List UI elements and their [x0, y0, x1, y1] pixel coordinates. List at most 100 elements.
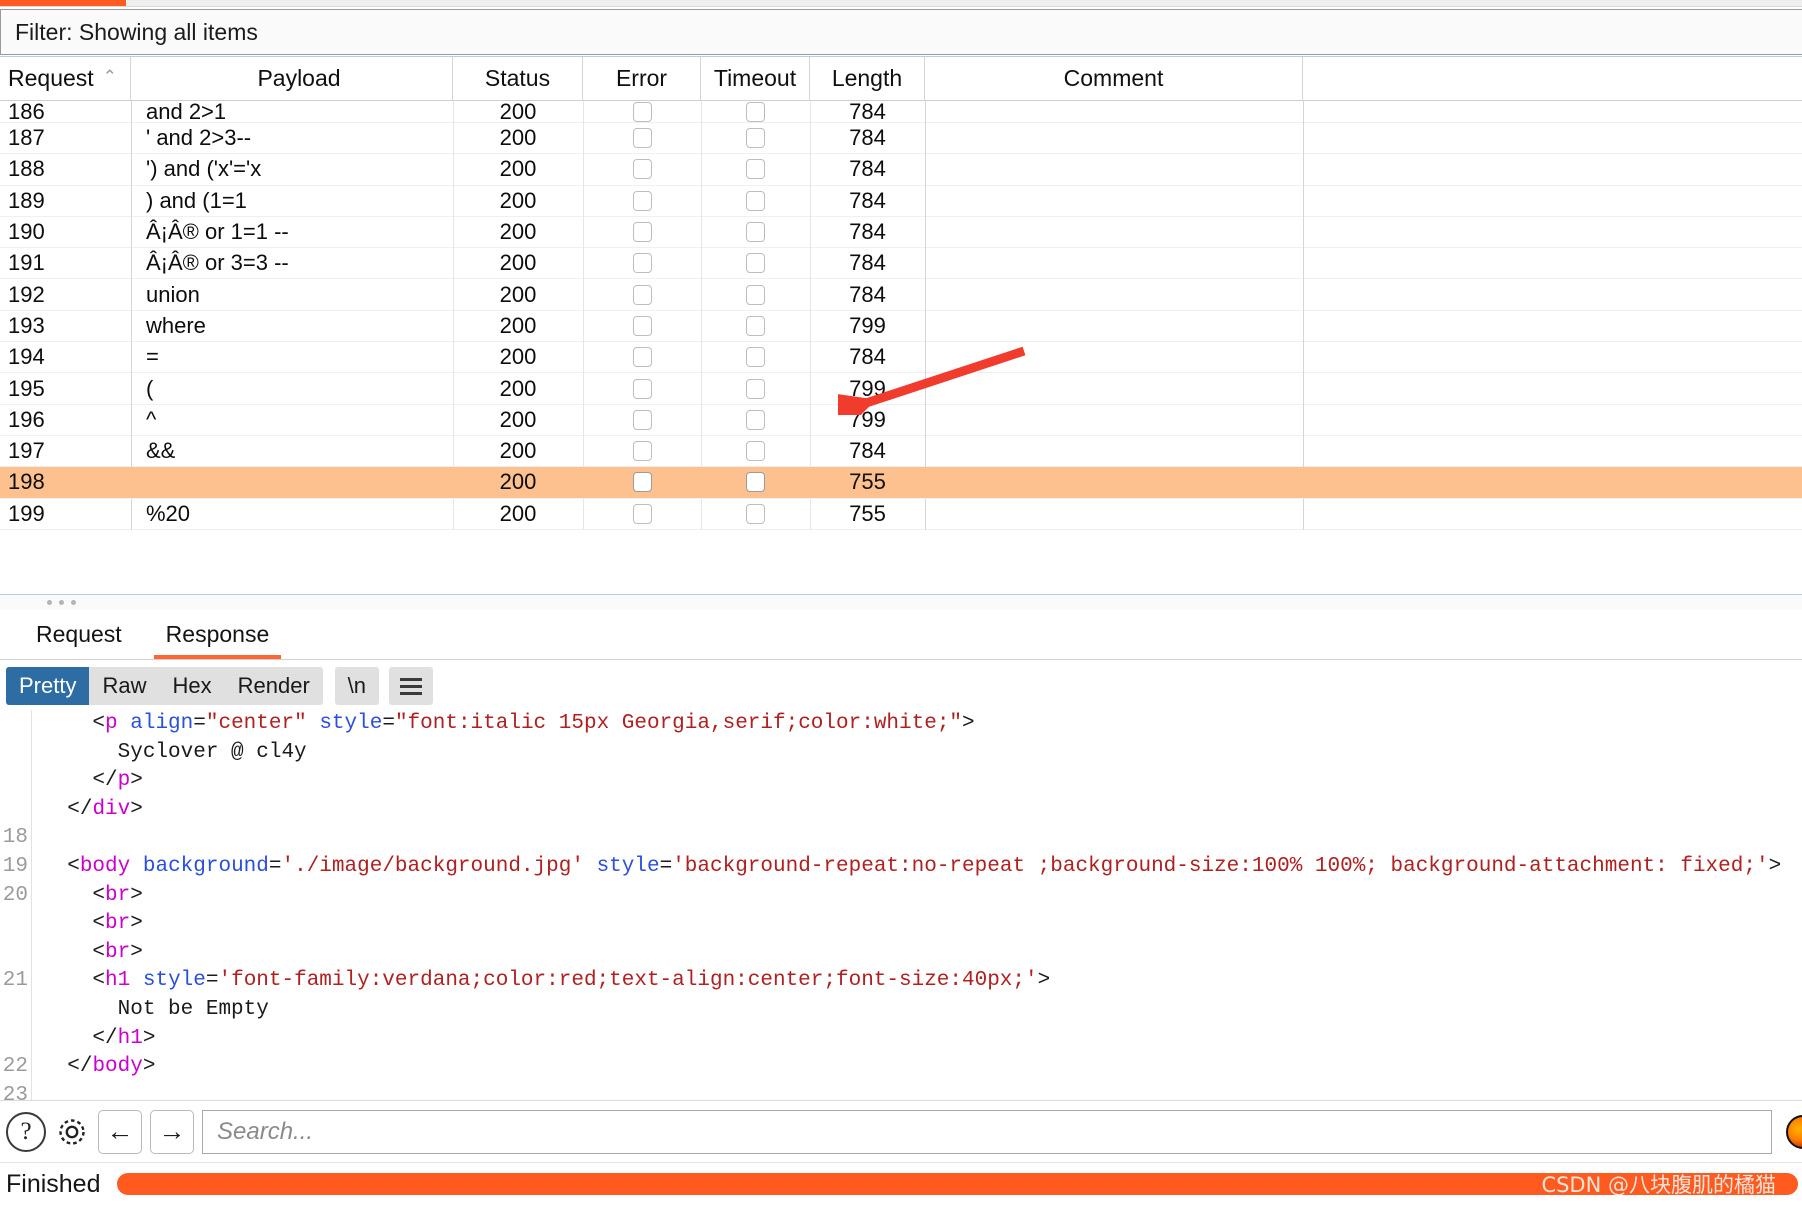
question-mark-icon[interactable]: ? [6, 1111, 46, 1152]
cell-extra [1303, 499, 1668, 529]
column-header-error[interactable]: Error [583, 57, 701, 100]
cell-timeout [701, 467, 810, 497]
timeout-checkbox[interactable] [746, 128, 765, 149]
burp-logo-icon[interactable] [1786, 1114, 1802, 1149]
tab-request[interactable]: Request [14, 610, 144, 659]
code-line: <h1 style='font-family:verdana;color:red… [42, 967, 1802, 996]
column-separator [131, 101, 132, 530]
column-header-request[interactable]: Request ⌃ [0, 57, 131, 100]
table-row[interactable]: 194 = 200 784 [0, 342, 1802, 374]
view-mode-raw-button[interactable]: Raw [89, 667, 159, 705]
error-checkbox[interactable] [632, 409, 652, 430]
message-tabs[interactable]: Request Response [0, 610, 1802, 660]
cell-payload: %20 [146, 500, 191, 526]
error-checkbox[interactable] [632, 503, 652, 524]
error-checkbox[interactable] [632, 378, 652, 399]
column-header-payload[interactable]: Payload [131, 57, 453, 100]
hamburger-icon[interactable] [388, 667, 433, 705]
code-token-text: Not be Empty [117, 997, 269, 1021]
response-code-view[interactable]: 18 19 20 21 22 23 <p align="center" style="fo… [0, 710, 1802, 1100]
cell-length: 784 [849, 250, 886, 276]
back-button[interactable]: ← [98, 1109, 142, 1154]
timeout-checkbox[interactable] [746, 347, 765, 368]
chevron-up-icon[interactable]: ⌃ [103, 67, 117, 87]
results-table-panel: Request ⌃ Payload Status Error Timeout Length C… [0, 56, 1802, 594]
code-content[interactable]: <p align="center" style="font:italic 15p… [42, 710, 1802, 1100]
table-row[interactable]: 191 Â¡Â® or 3=3 -- 200 784 [0, 248, 1802, 280]
table-row[interactable]: 193 where 200 799 [0, 311, 1802, 343]
cell-payload: Â¡Â® or 1=1 -- [146, 219, 289, 245]
filter-bar[interactable]: Filter: Showing all items [0, 9, 1802, 55]
view-mode-render-button[interactable]: Render [225, 667, 323, 705]
cell-payload: ( [146, 375, 154, 401]
cell-request: 196 [8, 406, 45, 432]
code-token-val: 'font-family:verdana;color:red;text-alig… [218, 969, 1038, 993]
code-token-val: 'background-repeat:no-repeat ;background… [672, 854, 1769, 878]
error-checkbox[interactable] [632, 101, 652, 122]
error-checkbox[interactable] [632, 284, 652, 305]
error-checkbox[interactable] [632, 347, 652, 368]
timeout-checkbox[interactable] [746, 378, 765, 399]
cell-comment [925, 311, 1303, 341]
error-checkbox[interactable] [632, 441, 652, 462]
column-header-label: Timeout [713, 65, 797, 91]
error-checkbox[interactable] [632, 472, 652, 493]
error-checkbox[interactable] [632, 315, 652, 336]
timeout-checkbox[interactable] [746, 253, 765, 274]
table-row[interactable]: 199 %20 200 755 [0, 499, 1802, 530]
cell-extra [1303, 186, 1668, 216]
table-row[interactable]: 198 200 755 [0, 467, 1802, 499]
column-header-timeout[interactable]: Timeout [701, 57, 810, 100]
table-row[interactable]: 197 && 200 784 [0, 436, 1802, 468]
column-header-status[interactable]: Status [453, 57, 583, 100]
timeout-checkbox[interactable] [746, 101, 765, 122]
timeout-checkbox[interactable] [746, 441, 765, 462]
newline-toggle-button[interactable]: \n [334, 667, 379, 705]
view-mode-toolbar[interactable]: Pretty Raw Hex Render \n [0, 662, 1802, 710]
error-checkbox[interactable] [632, 128, 652, 149]
timeout-checkbox[interactable] [746, 315, 765, 336]
cell-length: 784 [849, 438, 886, 464]
timeout-checkbox[interactable] [746, 409, 765, 430]
panel-splitter[interactable] [0, 594, 1802, 610]
bottom-toolbar[interactable]: ? ← → Search... [0, 1100, 1802, 1162]
timeout-checkbox[interactable] [746, 503, 765, 524]
timeout-checkbox[interactable] [746, 190, 765, 211]
gear-icon[interactable] [52, 1112, 92, 1152]
splitter-grip-icon[interactable] [46, 600, 76, 605]
code-token-punct: < [67, 854, 80, 878]
table-row[interactable]: 195 (200 799 [0, 373, 1802, 405]
forward-button[interactable]: → [150, 1109, 194, 1154]
table-row[interactable]: 189) and (1=1 200 784 [0, 186, 1802, 217]
table-row[interactable]: 190 Â¡Â® or 1=1 -- 200 784 [0, 217, 1802, 249]
view-mode-segmented-control[interactable]: Pretty Raw Hex Render [6, 667, 323, 705]
column-header-length[interactable]: Length [810, 57, 925, 100]
results-table-body[interactable]: 186 and 2>1 200 784 187 ' and 2>3-- 200 784 188 '… [0, 101, 1802, 530]
table-row[interactable]: 196 ^ 200 799 [0, 405, 1802, 436]
column-header-extra[interactable] [1303, 57, 1668, 100]
table-row[interactable]: 186 and 2>1 200 784 [0, 101, 1802, 123]
tab-response[interactable]: Response [144, 610, 292, 659]
error-checkbox[interactable] [632, 190, 652, 211]
error-checkbox[interactable] [632, 222, 652, 243]
column-header-comment[interactable]: Comment [925, 57, 1303, 100]
error-checkbox[interactable] [632, 159, 652, 180]
timeout-checkbox[interactable] [746, 472, 765, 493]
search-input[interactable]: Search... [202, 1109, 1772, 1154]
cell-timeout [701, 436, 810, 466]
code-token-punct: > [130, 797, 143, 821]
timeout-checkbox[interactable] [746, 222, 765, 243]
table-row[interactable]: 192 union 200 784 [0, 279, 1802, 311]
table-row[interactable]: 188 ') and ('x'='x 200 784 [0, 154, 1802, 186]
timeout-checkbox[interactable] [746, 284, 765, 305]
line-number: 23 [2, 1083, 28, 1100]
code-line: Syclover @ cl4y [42, 739, 1802, 768]
view-mode-hex-button[interactable]: Hex [159, 667, 224, 705]
timeout-checkbox[interactable] [746, 159, 765, 180]
view-mode-pretty-button[interactable]: Pretty [6, 667, 90, 705]
error-checkbox[interactable] [632, 253, 652, 274]
cell-status: 200 [499, 344, 537, 370]
status-text: Finished [6, 1169, 101, 1198]
table-row[interactable]: 187 ' and 2>3-- 200 784 [0, 123, 1802, 155]
